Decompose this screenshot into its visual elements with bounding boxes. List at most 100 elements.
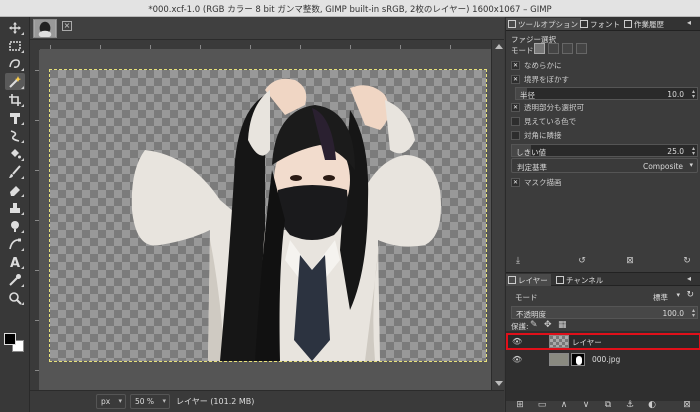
antialias-option[interactable]: なめらかに (511, 60, 562, 71)
threshold-label: しきい値 (516, 148, 546, 157)
lock-alpha-icon[interactable]: ▦ (558, 320, 567, 330)
zoom-value: 50 % (135, 397, 155, 406)
color-picker-icon[interactable] (5, 271, 25, 288)
checkbox[interactable] (511, 117, 520, 126)
opacity-label: 不透明度 (516, 310, 546, 319)
sample-merged-option[interactable]: 見えている色で (511, 116, 576, 127)
smudge-icon[interactable] (5, 217, 25, 234)
option-label: 境界をぼかす (524, 75, 569, 84)
tab-label: レイヤー (518, 276, 548, 285)
close-tab-icon[interactable]: × (62, 21, 72, 31)
tab-history[interactable]: 作業履歴 (622, 18, 667, 30)
delete-options-icon[interactable]: ⊠ (624, 255, 636, 267)
vertical-scrollbar[interactable] (491, 40, 504, 390)
criterion-select[interactable]: 判定基準 Composite ▾ (511, 158, 698, 173)
unit-select[interactable]: px ▾ (96, 394, 126, 409)
tab-channels[interactable]: チャンネル (554, 274, 606, 286)
text-icon[interactable]: A (5, 253, 25, 270)
image-tab-thumbnail[interactable] (33, 19, 57, 38)
layer-name: 000.jpg (592, 355, 621, 364)
spinner-icon[interactable]: ▴ ▾ (692, 308, 695, 319)
checkbox[interactable] (511, 75, 520, 84)
layer-row[interactable]: 👁 レイヤー (506, 333, 700, 350)
reset-options-icon[interactable]: ↻ (681, 255, 693, 267)
fuzzy-select-icon[interactable] (5, 73, 25, 90)
dock-menu-icon[interactable]: ◂ (687, 18, 697, 28)
opacity-value: 100.0 (662, 309, 684, 318)
layer-tabs: レイヤー チャンネル ◂ (506, 272, 700, 286)
zoom-select[interactable]: 50 % ▾ (130, 394, 170, 409)
tab-layers[interactable]: レイヤー (506, 274, 551, 286)
opacity-slider[interactable]: 不透明度 100.0 ▴ ▾ (511, 306, 698, 319)
criterion-value: Composite (642, 162, 683, 171)
mode-intersect-icon[interactable] (576, 43, 587, 54)
mask-layer-icon[interactable]: ◐ (646, 399, 658, 411)
chevron-down-icon: ▾ (162, 397, 166, 405)
new-group-icon[interactable]: ▭ (536, 399, 548, 411)
scroll-down-icon[interactable] (495, 381, 503, 386)
move-tool-icon[interactable] (5, 19, 25, 36)
anchor-layer-icon[interactable]: ⚓ (624, 399, 636, 411)
checkbox[interactable] (511, 178, 520, 187)
draw-mask-option[interactable]: マスク描画 (511, 177, 562, 188)
chevron-down-icon: ▾ (118, 397, 122, 405)
duplicate-layer-icon[interactable]: ⧉ (602, 399, 614, 411)
chevron-down-icon: ▾ (676, 291, 680, 299)
transform-icon[interactable] (5, 109, 25, 126)
lower-layer-icon[interactable]: ∨ (580, 399, 592, 411)
paintbrush-icon[interactable] (5, 163, 25, 180)
threshold-slider[interactable]: しきい値 25.0 ▴ ▾ (511, 144, 698, 157)
raise-layer-icon[interactable]: ∧ (558, 399, 570, 411)
lock-position-icon[interactable]: ✥ (544, 320, 552, 330)
new-layer-icon[interactable]: ⊞ (514, 399, 526, 411)
tool-options-actions: ⤓ ↺ ⊠ ↻ (506, 255, 700, 269)
spinner-icon[interactable]: ▴ ▾ (692, 89, 695, 100)
diagonal-option[interactable]: 対角に隣接 (511, 130, 562, 141)
ruler-corner (30, 40, 40, 50)
warp-icon[interactable] (5, 127, 25, 144)
image-canvas[interactable] (49, 69, 487, 362)
select-transparent-option[interactable]: 透明部分も選択可 (511, 102, 584, 113)
free-select-icon[interactable] (5, 55, 25, 72)
channels-icon (556, 276, 564, 284)
delete-layer-icon[interactable]: ⊠ (681, 399, 693, 411)
reset-mode-icon[interactable]: ↻ (686, 290, 694, 300)
eye-icon[interactable]: 👁 (512, 355, 522, 364)
spinner-icon[interactable]: ▴ ▾ (692, 146, 695, 157)
radius-value: 10.0 (667, 90, 684, 99)
mode-add-icon[interactable] (548, 43, 559, 54)
checkbox[interactable] (511, 131, 520, 140)
feather-option[interactable]: 境界をぼかす (511, 74, 569, 85)
lock-pixels-icon[interactable]: ✎ (530, 320, 538, 330)
layer-mode-value: 標準 (653, 293, 668, 302)
foreground-color-swatch[interactable] (4, 333, 16, 345)
layer-thumbnail (549, 335, 569, 348)
checkbox[interactable] (511, 103, 520, 112)
save-options-icon[interactable]: ⤓ (512, 255, 524, 267)
unit-value: px (101, 397, 111, 406)
rect-select-icon[interactable] (5, 37, 25, 54)
restore-options-icon[interactable]: ↺ (576, 255, 588, 267)
radius-slider[interactable]: 半径 10.0 ▴ ▾ (515, 87, 698, 100)
path-icon[interactable] (5, 235, 25, 252)
eraser-icon[interactable] (5, 181, 25, 198)
layer-mode-select[interactable]: モード 標準 ▾ ↻ (511, 289, 698, 303)
layer-row[interactable]: 👁 000.jpg (506, 351, 700, 368)
mode-replace-icon[interactable] (534, 43, 545, 54)
tab-tool-options[interactable]: ツールオプション (506, 18, 581, 30)
clone-icon[interactable] (5, 199, 25, 216)
radius-label: 半径 (520, 91, 535, 100)
mode-subtract-icon[interactable] (562, 43, 573, 54)
option-label: マスク描画 (524, 178, 562, 187)
crop-icon[interactable] (5, 91, 25, 108)
eye-icon[interactable]: 👁 (512, 337, 522, 346)
option-label: 見えている色で (524, 117, 577, 126)
dock-tabs: ツールオプション フォント 作業履歴 ◂ (506, 17, 700, 31)
dock-menu-icon[interactable]: ◂ (687, 274, 697, 284)
checkbox[interactable] (511, 61, 520, 70)
scroll-up-icon[interactable] (495, 44, 503, 49)
canvas-area[interactable] (40, 50, 491, 390)
tab-fonts[interactable]: フォント (578, 18, 623, 30)
bucket-fill-icon[interactable] (5, 145, 25, 162)
zoom-icon[interactable] (5, 289, 25, 306)
